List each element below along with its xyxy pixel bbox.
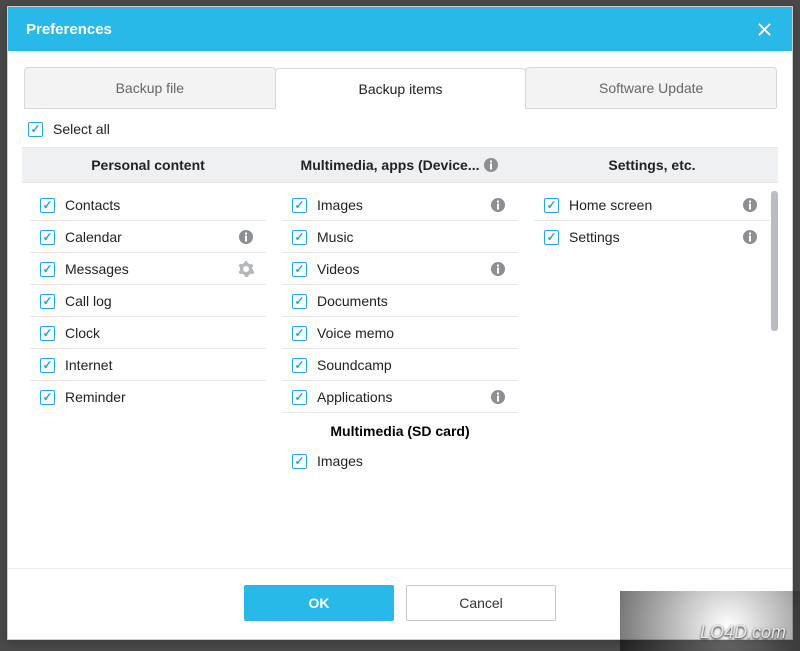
item-reminder[interactable]: Reminder [30, 381, 266, 412]
checkbox[interactable] [292, 326, 307, 341]
item-home-screen[interactable]: Home screen [534, 189, 770, 221]
close-button[interactable] [752, 17, 776, 41]
item-videos[interactable]: Videos [282, 253, 518, 285]
checkbox[interactable] [40, 230, 55, 245]
info-icon[interactable] [490, 261, 506, 277]
info-icon[interactable] [238, 229, 254, 245]
column-headers: Personal content Multimedia, apps (Devic… [22, 147, 778, 183]
close-icon [757, 22, 772, 37]
item-internet[interactable]: Internet [30, 349, 266, 381]
item-call-log[interactable]: Call log [30, 285, 266, 317]
item-messages[interactable]: Messages [30, 253, 266, 285]
item-documents[interactable]: Documents [282, 285, 518, 317]
checkbox[interactable] [40, 198, 55, 213]
tab-backup-file[interactable]: Backup file [24, 67, 276, 108]
item-voice-memo[interactable]: Voice memo [282, 317, 518, 349]
item-sd-images[interactable]: Images [282, 445, 518, 476]
ok-button[interactable]: OK [244, 585, 394, 621]
col-settings: Home screen Settings [526, 183, 778, 568]
checkbox[interactable] [40, 358, 55, 373]
info-icon[interactable] [490, 197, 506, 213]
info-icon[interactable] [490, 389, 506, 405]
item-images[interactable]: Images [282, 189, 518, 221]
body: Backup file Backup items Software Update… [8, 51, 792, 568]
footer: OK Cancel [8, 568, 792, 639]
select-all-checkbox[interactable] [28, 122, 43, 137]
gear-icon[interactable] [238, 261, 254, 277]
checkbox[interactable] [292, 262, 307, 277]
columns-body: Contacts Calendar Messages Call log [22, 183, 778, 568]
window-title: Preferences [26, 21, 112, 38]
tabs: Backup file Backup items Software Update [24, 67, 776, 109]
col-personal: Contacts Calendar Messages Call log [22, 183, 274, 568]
header-multimedia-apps: Multimedia, apps (Device... [274, 148, 526, 182]
item-soundcamp[interactable]: Soundcamp [282, 349, 518, 381]
col-multimedia: Images Music Videos Documents [274, 183, 526, 568]
item-settings[interactable]: Settings [534, 221, 770, 252]
info-icon[interactable] [742, 197, 758, 213]
item-music[interactable]: Music [282, 221, 518, 253]
header-personal-content: Personal content [22, 148, 274, 182]
checkbox[interactable] [292, 358, 307, 373]
header-settings-etc: Settings, etc. [526, 148, 778, 182]
select-all-row[interactable]: Select all [22, 109, 778, 147]
checkbox[interactable] [544, 198, 559, 213]
checkbox[interactable] [40, 294, 55, 309]
tab-software-update[interactable]: Software Update [525, 67, 777, 108]
item-contacts[interactable]: Contacts [30, 189, 266, 221]
subheader-sd-card: Multimedia (SD card) [274, 413, 526, 445]
checkbox[interactable] [292, 390, 307, 405]
cancel-button[interactable]: Cancel [406, 585, 556, 621]
checkbox[interactable] [40, 390, 55, 405]
tab-backup-items[interactable]: Backup items [275, 68, 527, 109]
item-calendar[interactable]: Calendar [30, 221, 266, 253]
item-applications[interactable]: Applications [282, 381, 518, 413]
item-clock[interactable]: Clock [30, 317, 266, 349]
checkbox[interactable] [292, 294, 307, 309]
checkbox[interactable] [292, 198, 307, 213]
titlebar: Preferences [8, 7, 792, 51]
checkbox[interactable] [292, 454, 307, 469]
checkbox[interactable] [40, 326, 55, 341]
preferences-window: Preferences Backup file Backup items Sof… [7, 6, 793, 640]
checkbox[interactable] [292, 230, 307, 245]
checkbox[interactable] [544, 230, 559, 245]
select-all-label: Select all [53, 121, 110, 137]
info-icon[interactable] [483, 157, 499, 173]
checkbox[interactable] [40, 262, 55, 277]
info-icon[interactable] [742, 229, 758, 245]
